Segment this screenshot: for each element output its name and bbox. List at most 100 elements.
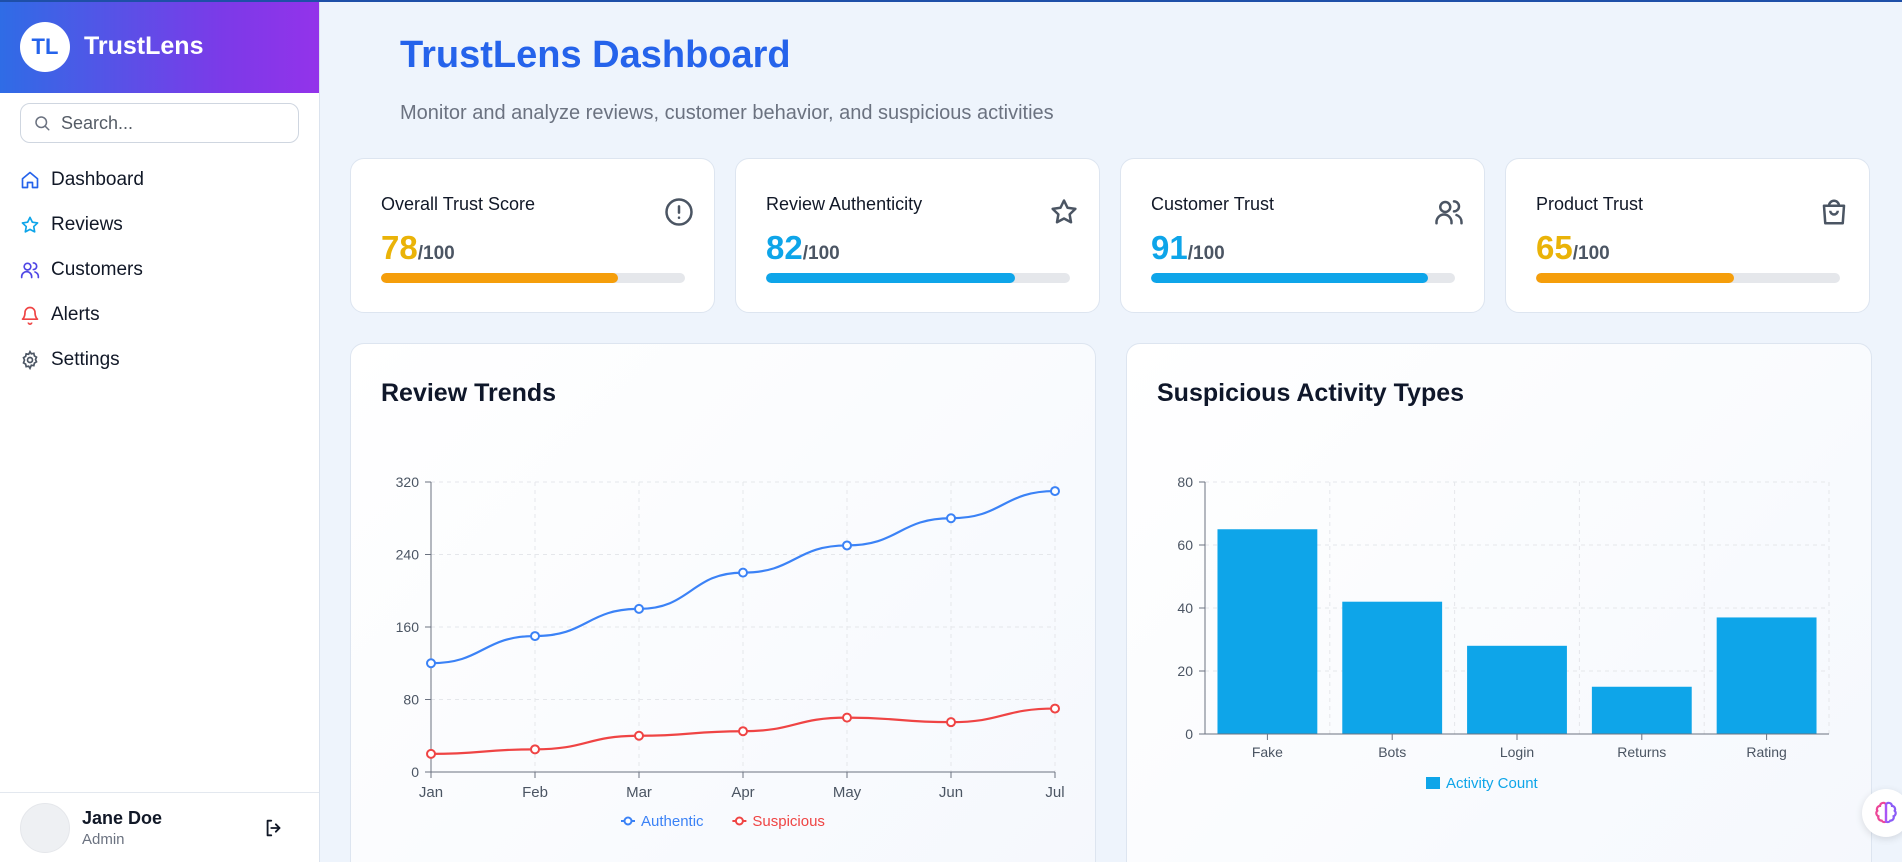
- progress-track: [1536, 273, 1840, 283]
- progress-track: [1151, 273, 1455, 283]
- user-info: Jane Doe Admin: [82, 808, 162, 848]
- review-trends-chart: 0 80 160 240 320 Jan Feb Mar Apr May Jun Jul Authent…: [396, 474, 1065, 830]
- data-point: [1050, 703, 1060, 714]
- progress-track: [766, 273, 1070, 283]
- home-icon: [21, 171, 39, 188]
- kpi-card-customer-trust[interactable]: Customer Trust 91/100: [1120, 158, 1485, 313]
- legend-label: Suspicious: [752, 813, 825, 830]
- kpi-number: 91: [1151, 229, 1188, 266]
- bar: [1342, 601, 1443, 734]
- logout-icon[interactable]: [263, 817, 285, 839]
- brain-icon: [1875, 801, 1897, 824]
- kpi-card-overall-trust[interactable]: Overall Trust Score 78/100: [350, 158, 715, 313]
- brand-header: TL TrustLens: [0, 0, 319, 93]
- legend-label: Authentic: [641, 813, 704, 830]
- sidebar-item-alerts[interactable]: Alerts: [0, 292, 319, 337]
- kpi-number: 82: [766, 229, 803, 266]
- sidebar-item-customers[interactable]: Customers: [0, 247, 319, 292]
- bar: [1217, 529, 1318, 734]
- legend-label: Activity Count: [1446, 775, 1539, 792]
- data-point: [634, 603, 644, 614]
- x-tick-label: Bots: [1378, 744, 1406, 760]
- shopping-bag-icon: [1822, 199, 1846, 225]
- sidebar-item-reviews[interactable]: Reviews: [0, 202, 319, 247]
- data-point: [842, 712, 852, 723]
- x-tick-label: Feb: [522, 784, 548, 801]
- user-profile: Jane Doe Admin: [0, 792, 319, 862]
- y-tick-label: 320: [396, 474, 420, 490]
- kpi-denominator: /100: [417, 243, 455, 264]
- brand-name[interactable]: TrustLens: [84, 32, 203, 61]
- sidebar-item-dashboard[interactable]: Dashboard: [0, 157, 319, 202]
- kpi-value: 82/100: [766, 229, 840, 267]
- search-box[interactable]: [20, 103, 299, 143]
- sidebar: TL TrustLens Dashboard Reviews Customers…: [0, 0, 320, 862]
- sidebar-item-label: Alerts: [51, 303, 100, 325]
- x-tick-label: Login: [1500, 744, 1534, 760]
- kpi-value: 65/100: [1536, 229, 1610, 267]
- users-icon: [1435, 200, 1463, 225]
- kpi-value: 91/100: [1151, 229, 1225, 267]
- y-tick-label: 20: [1177, 663, 1193, 679]
- data-point: [530, 744, 540, 755]
- data-point: [946, 513, 956, 524]
- data-point: [946, 717, 956, 728]
- bar: [1716, 617, 1817, 734]
- legend-marker: [623, 816, 633, 826]
- data-point: [426, 658, 436, 669]
- legend-marker: [734, 816, 744, 826]
- kpi-denominator: /100: [802, 243, 840, 264]
- kpi-value: 78/100: [381, 229, 455, 267]
- suspicious-activity-chart: 0 20 40 60 80 Fake Bots Login Returns Rating Activ…: [1177, 474, 1830, 792]
- x-tick-label: Jun: [939, 784, 963, 801]
- top-accent-line: [0, 0, 1902, 2]
- progress-fill: [766, 273, 1016, 283]
- kpi-denominator: /100: [1187, 243, 1225, 264]
- data-point: [634, 730, 644, 741]
- x-tick-label: Mar: [626, 784, 652, 801]
- x-tick-label: Fake: [1252, 744, 1283, 760]
- data-point: [738, 726, 748, 737]
- kpi-label: Review Authenticity: [766, 194, 923, 214]
- users-icon: [20, 261, 40, 278]
- bell-icon: [21, 306, 39, 325]
- x-tick-label: Jan: [419, 784, 443, 801]
- progress-fill: [1151, 273, 1428, 283]
- suspicious-activity-panel: Suspicious Activity Types 0 20 40 60 80 Fake B…: [1126, 343, 1872, 862]
- sidebar-item-label: Customers: [51, 258, 143, 280]
- x-tick-label: Apr: [731, 784, 754, 801]
- x-tick-label: Jul: [1045, 784, 1064, 801]
- y-tick-label: 240: [396, 547, 420, 563]
- sidebar-item-label: Dashboard: [51, 168, 144, 190]
- bar: [1591, 686, 1692, 734]
- avatar[interactable]: [20, 802, 70, 853]
- alert-circle-icon: [665, 198, 693, 226]
- data-point: [426, 748, 436, 759]
- y-tick-label: 60: [1177, 537, 1193, 553]
- kpi-number: 65: [1536, 229, 1573, 266]
- brand-logo[interactable]: TL: [20, 21, 70, 72]
- x-tick-label: May: [833, 784, 862, 801]
- data-point: [842, 540, 852, 551]
- ai-assistant-button[interactable]: [1862, 789, 1902, 837]
- y-tick-label: 160: [396, 619, 420, 635]
- kpi-card-review-authenticity[interactable]: Review Authenticity 82/100: [735, 158, 1100, 313]
- sidebar-nav: Dashboard Reviews Customers Alerts Setti…: [0, 157, 319, 382]
- kpi-denominator: /100: [1572, 243, 1610, 264]
- user-name: Jane Doe: [82, 807, 163, 828]
- data-point: [1050, 486, 1060, 497]
- progress-fill: [381, 273, 619, 283]
- sidebar-item-settings[interactable]: Settings: [0, 337, 319, 382]
- kpi-card-product-trust[interactable]: Product Trust 65/100: [1505, 158, 1870, 313]
- search-input[interactable]: [61, 112, 281, 134]
- y-tick-label: 80: [403, 692, 419, 708]
- user-role: Admin: [82, 830, 125, 848]
- kpi-label: Customer Trust: [1151, 194, 1275, 214]
- y-tick-label: 0: [1185, 726, 1193, 742]
- kpi-label: Overall Trust Score: [381, 194, 536, 214]
- page-subtitle: Monitor and analyze reviews, customer be…: [400, 102, 1054, 124]
- legend-swatch: [1426, 777, 1440, 789]
- progress-track: [381, 273, 685, 283]
- review-trends-panel: Review Trends 0 80 160 240 320 Jan Feb Mar Apr Ma…: [350, 343, 1096, 862]
- y-tick-label: 80: [1177, 474, 1193, 490]
